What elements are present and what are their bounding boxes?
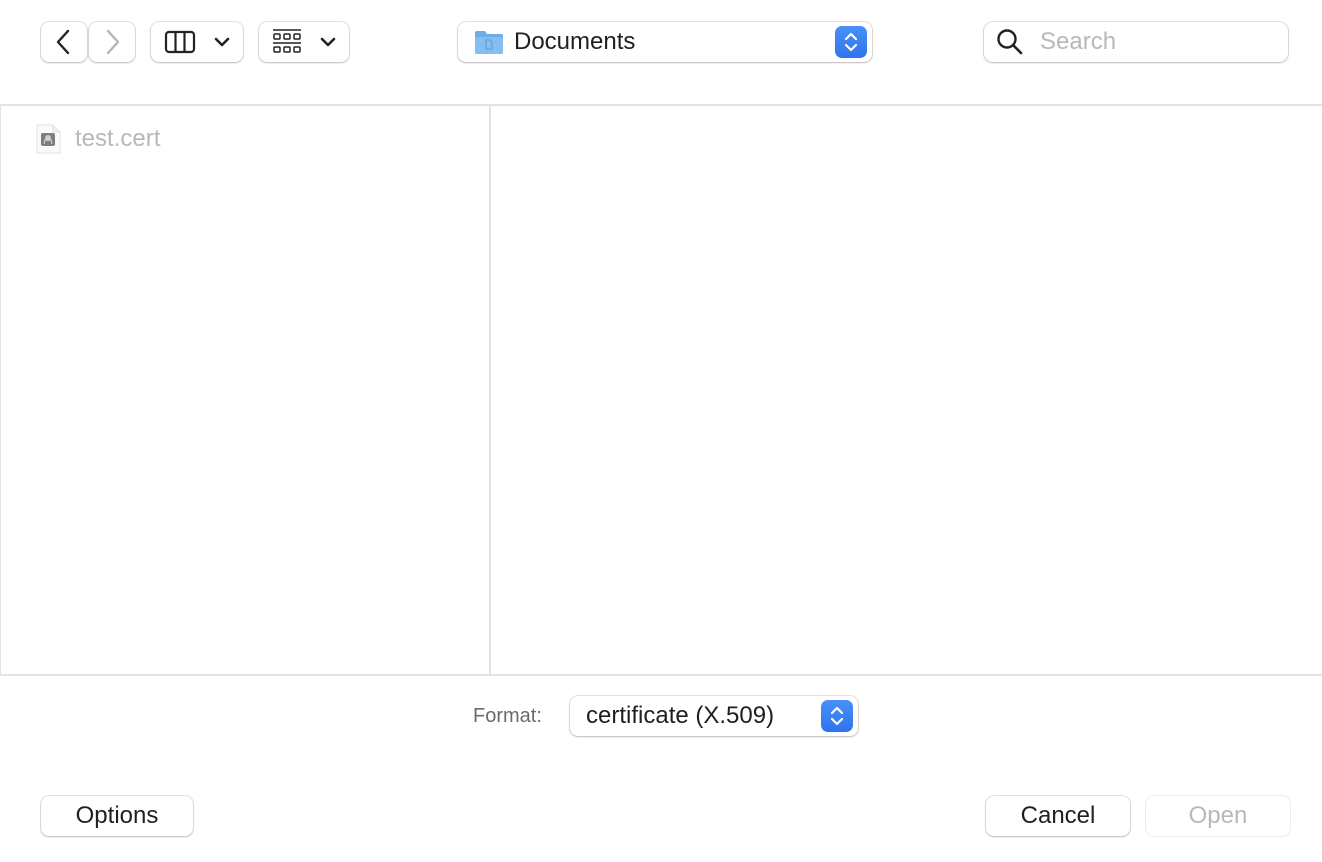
format-selected: certificate (X.509) — [586, 702, 775, 729]
chevron-down-icon — [320, 37, 336, 47]
group-button[interactable] — [259, 22, 349, 62]
grid-group-icon — [273, 29, 301, 53]
cancel-label: Cancel — [1020, 802, 1096, 829]
open-label: Open — [1188, 802, 1248, 829]
search-icon — [997, 29, 1023, 55]
file-item: test.cert — [35, 124, 160, 154]
search-field[interactable] — [984, 22, 1288, 62]
format-stepper[interactable] — [821, 700, 853, 732]
file-name: test.cert — [75, 125, 161, 152]
chevron-left-icon — [56, 29, 70, 55]
options-label: Options — [75, 802, 159, 829]
location-popup[interactable]: Documents — [458, 22, 872, 62]
cancel-button[interactable]: Cancel — [986, 796, 1130, 836]
open-button[interactable]: Open — [1146, 796, 1290, 836]
file-list-column: test.cert — [1, 106, 489, 674]
certificate-file-icon — [36, 124, 61, 154]
folder-icon — [475, 31, 503, 54]
preview-column — [491, 106, 1322, 674]
location-label: Documents — [514, 28, 636, 55]
forward-button[interactable] — [89, 22, 135, 62]
column-view-icon — [164, 30, 196, 54]
up-down-chevron-icon — [830, 706, 844, 726]
up-down-chevron-icon — [844, 32, 858, 52]
chevron-right-icon — [106, 29, 120, 55]
back-button[interactable] — [41, 22, 87, 62]
view-mode-button[interactable] — [151, 22, 243, 62]
chevron-down-icon — [214, 37, 230, 47]
search-input[interactable] — [1038, 27, 1262, 57]
format-popup[interactable]: certificate (X.509) — [570, 696, 858, 736]
options-button[interactable]: Options — [41, 796, 193, 836]
format-label: Format: — [473, 705, 542, 727]
location-stepper[interactable] — [835, 26, 867, 58]
toolbar: Documents — [0, 0, 1322, 104]
bottom-divider — [0, 674, 1322, 676]
